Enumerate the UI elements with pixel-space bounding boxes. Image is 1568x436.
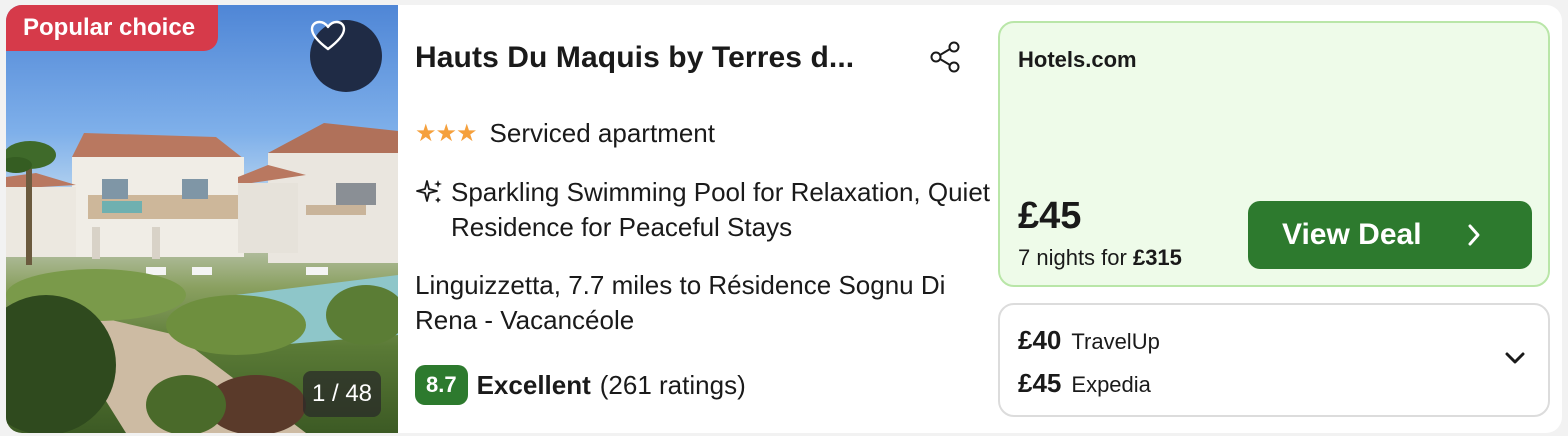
highlight-row: Sparkling Swimming Pool for Relaxation, … <box>415 175 991 245</box>
offer-price: £45 <box>1018 368 1062 398</box>
deal-provider: Hotels.com <box>1018 47 1137 72</box>
chevron-down-icon[interactable] <box>1504 350 1526 366</box>
rating-label: Excellent <box>476 369 591 400</box>
heart-icon <box>310 20 346 51</box>
offer-provider: TravelUp <box>1071 329 1160 354</box>
hotel-result-card[interactable]: Popular choice 1 / 48 Hauts Du Maquis by… <box>6 5 1562 433</box>
offer-price: £40 <box>1018 325 1062 355</box>
share-icon <box>930 41 960 73</box>
favorite-button[interactable] <box>310 20 382 92</box>
rating-score-badge: 8.7 <box>415 365 468 405</box>
photo-counter: 1 / 48 <box>303 371 381 417</box>
deal-nights-text: 7 nights for <box>1018 245 1133 270</box>
view-deal-label: View Deal <box>1282 218 1422 251</box>
view-deal-button[interactable]: View Deal <box>1248 201 1532 269</box>
hotel-name[interactable]: Hauts Du Maquis by Terres d... <box>415 41 895 75</box>
hotel-highlight: Sparkling Swimming Pool for Relaxation, … <box>451 177 991 242</box>
deal-total-price: £315 <box>1132 245 1182 270</box>
offer-provider: Expedia <box>1071 372 1151 397</box>
hotel-info: Hauts Du Maquis by Terres d... ★★★ Servi… <box>415 5 990 433</box>
chevron-right-icon <box>1468 224 1480 246</box>
offer-row: £40 TravelUp <box>1018 325 1160 356</box>
guest-rating-row[interactable]: 8.7 Excellent (261 ratings) <box>415 365 746 405</box>
hotel-location: Linguizzetta, 7.7 miles to Résidence Sog… <box>415 270 946 335</box>
rating-count: (261 ratings) <box>599 369 746 400</box>
property-type: Serviced apartment <box>489 118 715 148</box>
primary-deal-panel[interactable]: Hotels.com £45 7 nights for £315 View De… <box>998 21 1550 287</box>
sparkle-icon <box>416 180 442 203</box>
deal-price: £45 <box>1018 195 1082 237</box>
hotel-photo[interactable]: Popular choice 1 / 48 <box>6 5 398 433</box>
hotel-stars: ★★★ <box>415 120 478 147</box>
popular-choice-badge: Popular choice <box>6 5 218 51</box>
other-offers-dropdown[interactable]: £40 TravelUp £45 Expedia <box>998 303 1550 417</box>
offer-row: £45 Expedia <box>1018 368 1151 399</box>
deal-total-text: 7 nights for £315 <box>1018 245 1182 271</box>
share-button[interactable] <box>927 39 963 75</box>
star-rating-row: ★★★ Serviced apartment <box>415 118 715 149</box>
